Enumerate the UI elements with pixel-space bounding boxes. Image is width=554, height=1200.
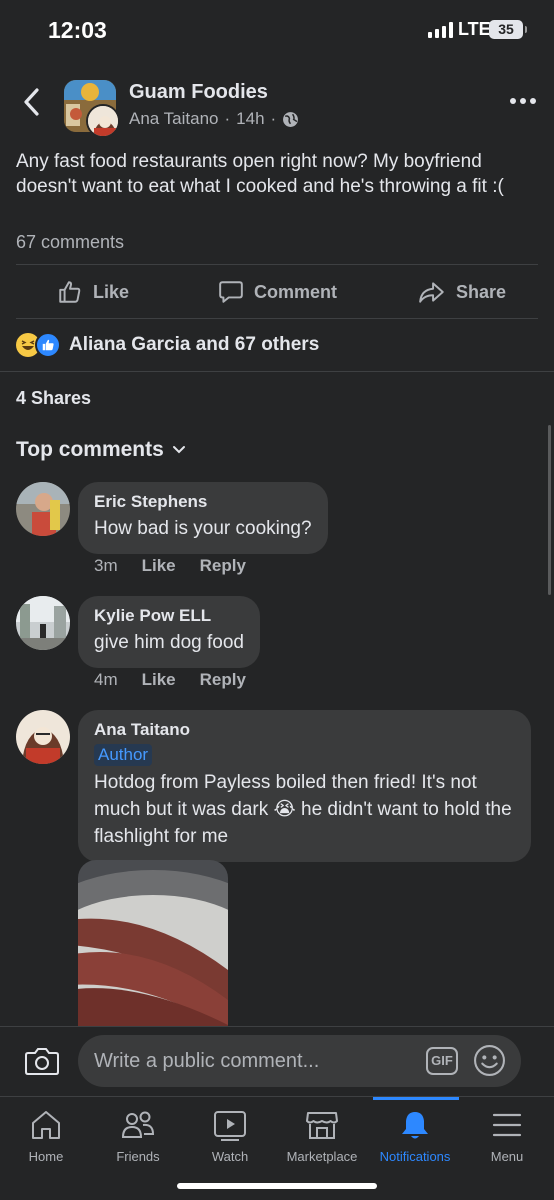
comment-input[interactable]	[94, 1035, 414, 1087]
avatar[interactable]	[16, 710, 70, 764]
reactions-text: Aliana Garcia and 67 others	[69, 334, 320, 355]
meta-separator: ·	[270, 109, 277, 128]
comment-text: give him dog food	[94, 632, 244, 653]
divider	[0, 371, 554, 372]
status-time: 12:03	[48, 17, 107, 43]
friends-icon	[121, 1111, 155, 1138]
back-icon[interactable]	[20, 86, 44, 118]
gif-button[interactable]: GIF	[426, 1047, 458, 1075]
comment-composer: GIF	[0, 1026, 554, 1096]
tab-friends[interactable]: Friends	[92, 1097, 184, 1177]
network-label: LTE	[458, 19, 491, 39]
divider	[16, 318, 538, 319]
comment-meta: 3m Like Reply	[94, 556, 246, 576]
comment-like-button[interactable]: Like	[142, 670, 176, 690]
post-meta: Ana Taitano · 14h ·	[129, 109, 299, 129]
home-icon	[32, 1111, 60, 1139]
comment-meta: 4m Like Reply	[94, 670, 246, 690]
meta-separator: ·	[224, 109, 231, 128]
signal-icon	[428, 22, 453, 38]
divider	[16, 264, 538, 265]
post-actions: Like Comment Share	[0, 270, 554, 314]
reactions-summary[interactable]: Aliana Garcia and 67 others	[16, 332, 319, 358]
scrollbar[interactable]	[548, 425, 551, 595]
like-label: Like	[93, 281, 130, 302]
comment-bubble: Eric Stephens How bad is your cooking?	[78, 482, 328, 554]
camera-icon[interactable]	[24, 1043, 60, 1079]
comment-reply-button[interactable]: Reply	[200, 670, 246, 690]
tab-home[interactable]: Home	[0, 1097, 92, 1177]
watch-icon	[214, 1111, 246, 1141]
tab-menu[interactable]: Menu	[461, 1097, 553, 1177]
comment-time[interactable]: 4m	[94, 670, 118, 690]
post-time[interactable]: 14h	[236, 109, 264, 129]
battery-icon: 35	[489, 20, 527, 39]
tab-label: Friends	[116, 1149, 160, 1164]
globe-icon	[283, 111, 299, 127]
shares-count[interactable]: 4 Shares	[16, 388, 91, 409]
chevron-down-icon	[172, 446, 185, 454]
share-button[interactable]: Share	[418, 270, 506, 314]
author-badge: Author	[94, 744, 153, 766]
group-name[interactable]: Guam Foodies	[129, 81, 268, 104]
comment-count[interactable]: 67 comments	[16, 232, 124, 253]
top-comments-filter[interactable]: Top comments	[16, 438, 186, 462]
status-bar: 12:03 LTE 35	[0, 0, 554, 64]
comment-time[interactable]: 3m	[94, 556, 118, 576]
comment-input-container[interactable]: GIF	[78, 1035, 521, 1087]
thumbs-up-icon	[59, 281, 81, 303]
comment-text: How bad is your cooking?	[94, 518, 312, 539]
commenter-name[interactable]: Kylie Pow ELL	[94, 606, 244, 626]
menu-icon	[492, 1113, 522, 1137]
tab-label: Menu	[490, 1149, 524, 1164]
tab-label: Marketplace	[286, 1149, 358, 1164]
tab-marketplace[interactable]: Marketplace	[276, 1097, 368, 1177]
bell-icon	[402, 1112, 428, 1139]
comment-bubble: Ana Taitano Author Hotdog from Payless b…	[78, 710, 531, 862]
top-comments-label: Top comments	[16, 438, 164, 461]
tab-watch[interactable]: Watch	[184, 1097, 276, 1177]
like-reaction-icon	[35, 332, 61, 358]
emoji-icon[interactable]	[473, 1044, 506, 1077]
commenter-name[interactable]: Ana Taitano	[94, 720, 515, 740]
more-options-icon[interactable]	[510, 98, 536, 104]
avatar[interactable]	[16, 596, 70, 650]
post-text: Any fast food restaurants open right now…	[16, 151, 504, 197]
share-icon	[419, 282, 444, 303]
commenter-name[interactable]: Eric Stephens	[94, 492, 312, 512]
marketplace-icon	[306, 1112, 338, 1139]
comment-label: Comment	[254, 281, 338, 302]
comment-bubble: Kylie Pow ELL give him dog food	[78, 596, 260, 668]
comment-reply-button[interactable]: Reply	[200, 556, 246, 576]
comment-like-button[interactable]: Like	[142, 556, 176, 576]
home-indicator[interactable]	[177, 1183, 377, 1189]
tab-label: Watch	[211, 1149, 249, 1164]
author-avatar[interactable]	[86, 104, 120, 138]
avatar[interactable]	[16, 482, 70, 536]
like-button[interactable]: Like	[57, 270, 129, 314]
tab-label: Notifications	[379, 1149, 451, 1164]
comment-icon	[219, 281, 243, 303]
comment-photo[interactable]	[78, 860, 228, 1030]
share-label: Share	[456, 281, 507, 302]
comment-text: Hotdog from Payless boiled then fried! I…	[94, 772, 512, 847]
comment-button[interactable]: Comment	[218, 270, 337, 314]
tab-label: Home	[28, 1149, 64, 1164]
post-author[interactable]: Ana Taitano	[129, 109, 218, 129]
tab-notifications[interactable]: Notifications	[369, 1097, 461, 1177]
